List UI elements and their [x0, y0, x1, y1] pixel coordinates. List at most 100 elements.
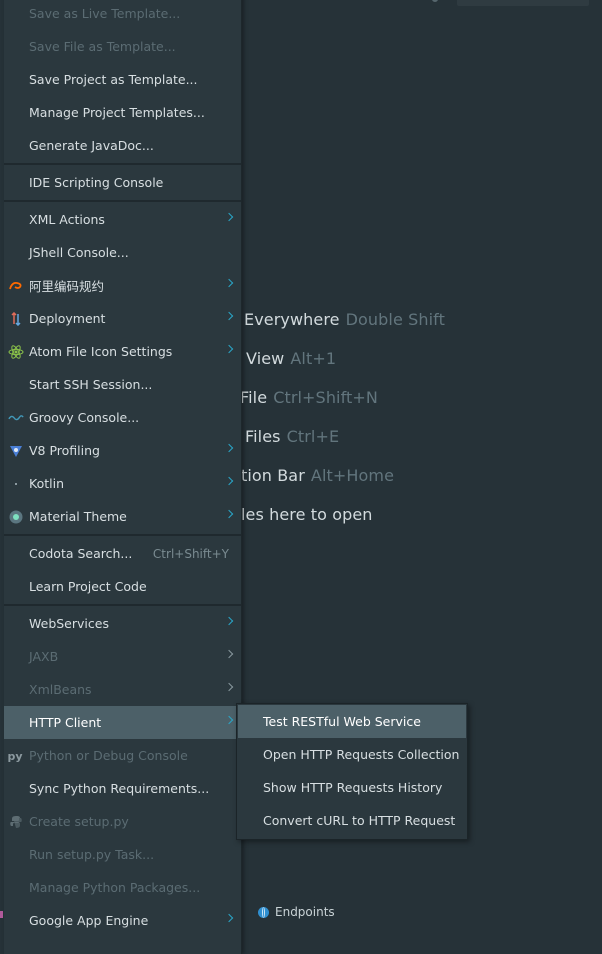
menu-item-label: V8 Profiling	[29, 443, 100, 458]
submenu-item-test-restful-web-service[interactable]: Test RESTful Web Service	[238, 705, 466, 738]
submenu-item-convert-curl-to-http-request[interactable]: Convert cURL to HTTP Request	[238, 804, 466, 837]
globe-icon	[258, 906, 269, 918]
menu-item-ide-scripting-console[interactable]: IDE Scripting Console	[4, 166, 241, 199]
endpoints-tool-tab[interactable]: Endpoints	[258, 905, 335, 919]
submenu-arrow-icon	[224, 649, 234, 659]
menu-item-python-debug-console[interactable]: py Python or Debug Console	[4, 739, 241, 772]
menu-item-label: Google App Engine	[29, 913, 149, 928]
hint-shortcut: Double Shift	[345, 310, 445, 329]
hint-shortcut: Alt+1	[290, 349, 337, 368]
python-icon	[8, 814, 24, 830]
hint-recent-files: Files Ctrl+E	[245, 427, 339, 446]
menu-item-label: IDE Scripting Console	[29, 175, 164, 190]
menu-item-xmlbeans[interactable]: XmlBeans	[4, 673, 241, 706]
v8-icon	[8, 443, 24, 459]
menu-item-label: Manage Project Templates...	[29, 105, 205, 120]
hint-project-view: View Alt+1	[246, 349, 336, 368]
submenu-item-label: Open HTTP Requests Collection	[263, 747, 460, 762]
hint-go-to-file: File Ctrl+Shift+N	[240, 388, 378, 407]
menu-item-label: Sync Python Requirements...	[29, 781, 210, 796]
submenu-arrow-icon	[224, 212, 234, 222]
menu-item-jshell-console[interactable]: JShell Console...	[4, 236, 241, 269]
menu-item-material-theme[interactable]: Material Theme	[4, 500, 241, 533]
menu-item-start-ssh-session[interactable]: Start SSH Session...	[4, 368, 241, 401]
menu-item-label: JAXB	[29, 649, 59, 664]
menu-item-manage-python-packages[interactable]: Manage Python Packages...	[4, 871, 241, 904]
hint-text: Files	[245, 427, 281, 446]
menu-item-label: Manage Python Packages...	[29, 880, 201, 895]
deployment-icon	[8, 311, 24, 327]
alibaba-icon	[8, 278, 24, 294]
submenu-arrow-icon	[224, 913, 234, 923]
hint-text: tion Bar	[241, 466, 305, 485]
submenu-arrow-icon	[224, 476, 234, 486]
menu-item-label: Codota Search...	[29, 546, 133, 561]
menu-item-atom-file-icon-settings[interactable]: Atom File Icon Settings	[4, 335, 241, 368]
menu-item-label: Create setup.py	[29, 814, 129, 829]
menu-item-save-as-live-template[interactable]: Save as Live Template...	[4, 0, 241, 30]
submenu-arrow-icon	[224, 311, 234, 321]
submenu-item-open-http-requests-collection[interactable]: Open HTTP Requests Collection	[238, 738, 466, 771]
submenu-item-show-http-requests-history[interactable]: Show HTTP Requests History	[238, 771, 466, 804]
kotlin-icon	[8, 476, 24, 492]
menu-separator	[4, 163, 241, 165]
hint-drop-files: les here to open	[241, 505, 373, 524]
groovy-icon	[8, 410, 24, 426]
menu-item-label: Python or Debug Console	[29, 748, 188, 763]
submenu-item-label: Show HTTP Requests History	[263, 780, 443, 795]
hint-text: Everywhere	[244, 310, 340, 329]
menu-item-sync-python-requirements[interactable]: Sync Python Requirements...	[4, 772, 241, 805]
menu-item-label: HTTP Client	[29, 715, 102, 730]
menu-item-run-setup-py-task[interactable]: Run setup.py Task...	[4, 838, 241, 871]
search-field[interactable]	[457, 0, 589, 6]
menu-separator	[4, 534, 241, 536]
menu-item-alibaba-guidelines[interactable]: 阿里编码规约	[4, 269, 241, 302]
menu-item-label: Learn Project Code	[29, 579, 147, 594]
menu-item-codota-search[interactable]: Codota Search... Ctrl+Shift+Y	[4, 537, 241, 570]
menu-item-label: XmlBeans	[29, 682, 92, 697]
menu-item-http-client[interactable]: HTTP Client	[4, 706, 241, 739]
menu-item-label: XML Actions	[29, 212, 105, 227]
menu-item-label: Save Project as Template...	[29, 72, 198, 87]
menu-item-label: JShell Console...	[29, 245, 129, 260]
menu-separator	[4, 200, 241, 202]
menu-item-learn-project-code[interactable]: Learn Project Code	[4, 570, 241, 603]
menu-item-kotlin[interactable]: Kotlin	[4, 467, 241, 500]
hint-text: File	[240, 388, 268, 407]
menu-item-webservices[interactable]: WebServices	[4, 607, 241, 640]
search-icon	[432, 0, 438, 2]
menu-item-label: WebServices	[29, 616, 109, 631]
edge-marker	[0, 911, 3, 918]
hint-search-everywhere: Everywhere Double Shift	[244, 310, 445, 329]
menu-item-save-project-as-template[interactable]: Save Project as Template...	[4, 63, 241, 96]
menu-item-generate-javadoc[interactable]: Generate JavaDoc...	[4, 129, 241, 162]
submenu-item-label: Test RESTful Web Service	[263, 714, 421, 729]
submenu-arrow-icon	[224, 715, 234, 725]
menu-item-jaxb[interactable]: JAXB	[4, 640, 241, 673]
menu-item-groovy-console[interactable]: Groovy Console...	[4, 401, 241, 434]
hint-shortcut: Ctrl+E	[286, 427, 340, 446]
menu-item-label: Kotlin	[29, 476, 64, 491]
hint-navigation-bar: tion Bar Alt+Home	[241, 466, 394, 485]
http-client-submenu: Test RESTful Web Service Open HTTP Reque…	[236, 703, 468, 840]
menu-separator	[4, 604, 241, 606]
menu-item-label: Material Theme	[29, 509, 127, 524]
menu-item-manage-project-templates[interactable]: Manage Project Templates...	[4, 96, 241, 129]
menu-item-label: 阿里编码规约	[29, 279, 105, 294]
python-console-icon: py	[7, 749, 23, 763]
menu-item-xml-actions[interactable]: XML Actions	[4, 203, 241, 236]
submenu-arrow-icon	[224, 509, 234, 519]
hint-text: View	[246, 349, 285, 368]
menu-item-shortcut: Ctrl+Shift+Y	[152, 546, 229, 561]
submenu-arrow-icon	[224, 443, 234, 453]
menu-item-save-file-as-template[interactable]: Save File as Template...	[4, 30, 241, 63]
menu-item-v8-profiling[interactable]: V8 Profiling	[4, 434, 241, 467]
menu-item-label: Atom File Icon Settings	[29, 344, 173, 359]
menu-item-deployment[interactable]: Deployment	[4, 302, 241, 335]
menu-item-label: Run setup.py Task...	[29, 847, 155, 862]
menu-item-label: Deployment	[29, 311, 106, 326]
menu-item-google-app-engine[interactable]: Google App Engine	[4, 904, 241, 937]
menu-item-label: Save File as Template...	[29, 39, 176, 54]
menu-item-create-setup-py[interactable]: Create setup.py	[4, 805, 241, 838]
menu-item-label: Groovy Console...	[29, 410, 140, 425]
